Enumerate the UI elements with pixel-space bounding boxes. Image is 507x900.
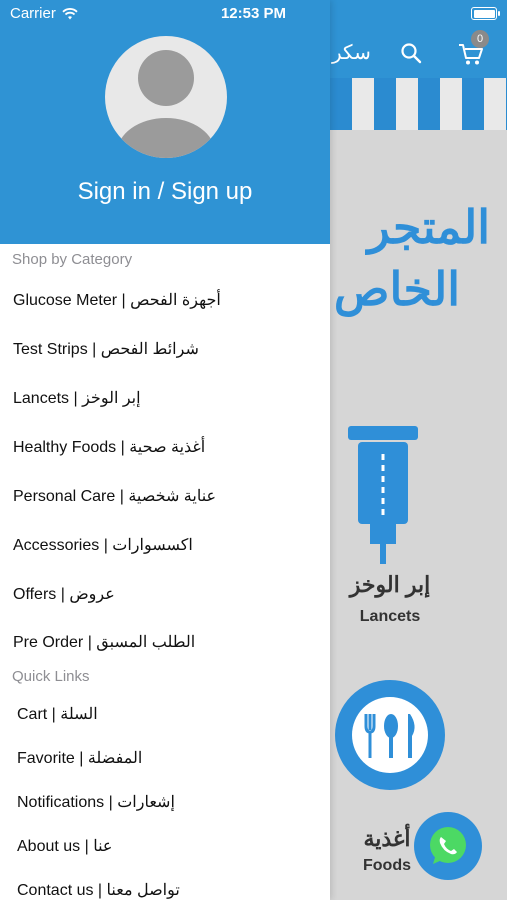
status-bar: Carrier 12:53 PM xyxy=(0,0,507,28)
hero-line-1: المتجر xyxy=(367,201,490,253)
category-test-strips[interactable]: Test Strips | شرائط الفحص xyxy=(13,339,199,359)
avatar-head xyxy=(138,50,194,106)
avatar[interactable] xyxy=(105,36,227,158)
quick-links-title: Quick Links xyxy=(12,668,90,685)
shop-by-category-title: Shop by Category xyxy=(12,251,133,268)
hero-line-2: الخاص xyxy=(333,263,460,315)
side-drawer: Sign in / Sign up Shop by Category Gluco… xyxy=(0,0,330,900)
quick-link-notifications[interactable]: Notifications | إشعارات xyxy=(17,792,175,812)
cutlery-icon xyxy=(364,714,415,758)
category-glucose-meter[interactable]: Glucose Meter | أجهزة الفحص xyxy=(13,290,221,310)
category-healthy-foods[interactable]: Healthy Foods | أغذية صحية xyxy=(13,437,205,457)
quick-link-contact-us[interactable]: Contact us | تواصل معنا xyxy=(17,880,180,900)
search-icon[interactable] xyxy=(400,42,422,64)
category-accessories[interactable]: Accessories | اكسسوارات xyxy=(13,535,193,555)
brand-text: سكر xyxy=(332,42,371,64)
category-offers[interactable]: Offers | عروض xyxy=(13,584,115,604)
quick-link-cart[interactable]: Cart | السلة xyxy=(17,704,98,724)
lancet-icon xyxy=(348,426,418,564)
drawer-header: Sign in / Sign up xyxy=(0,0,330,244)
background-screen: سكر 0 المتجر الخاص إبر الوخز Lancets أغذ… xyxy=(330,0,507,900)
quick-link-favorite[interactable]: Favorite | المفضلة xyxy=(17,748,142,768)
quick-link-about-us[interactable]: About us | عنا xyxy=(17,836,112,856)
clock: 12:53 PM xyxy=(220,5,287,22)
whatsapp-icon xyxy=(430,827,466,864)
lancets-label-ar: إبر الوخز xyxy=(349,572,431,597)
awning-banner xyxy=(330,78,507,130)
category-pre-order[interactable]: Pre Order | الطلب المسبق xyxy=(13,632,195,652)
lancets-label-en: Lancets xyxy=(359,608,421,625)
category-personal-care[interactable]: Personal Care | عناية شخصية xyxy=(13,486,216,506)
category-lancets[interactable]: Lancets | إبر الوخز xyxy=(13,388,141,408)
avatar-shoulders xyxy=(117,118,215,158)
cart-count-badge: 0 xyxy=(471,30,489,48)
sign-in-link[interactable]: Sign in / Sign up xyxy=(0,178,330,206)
battery-icon xyxy=(471,7,500,20)
